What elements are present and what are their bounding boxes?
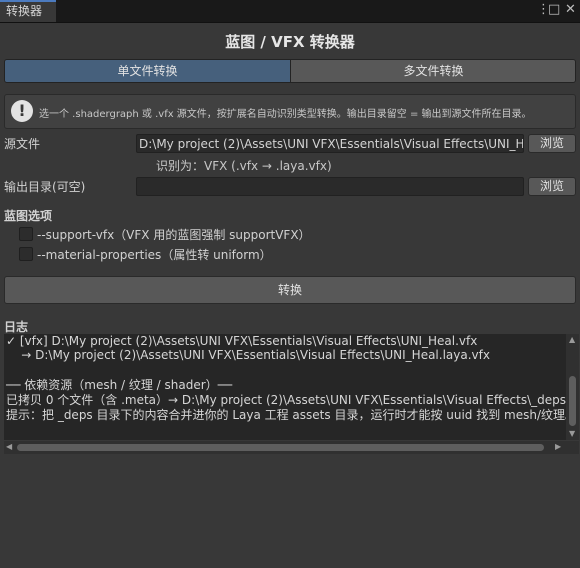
window-tab-label: 转换器 (6, 4, 43, 18)
scroll-right-icon[interactable]: ▶ (555, 443, 561, 451)
tab-single-file[interactable]: 单文件转换 (5, 60, 290, 82)
maximize-icon[interactable]: □ (548, 3, 560, 17)
detected-type-text: 识别为：VFX (.vfx → .laya.vfx) (156, 159, 332, 173)
log-line: ✓ [vfx] D:\My project (2)\Assets\UNI VFX… (6, 334, 478, 348)
log-line: 已拷贝 0 个文件（含 .meta）→ D:\My project (2)\As… (6, 393, 566, 407)
window-title-bar: 转换器 ⋮ □ ✕ (0, 0, 580, 23)
log-line: → D:\My project (2)\Assets\UNI VFX\Essen… (6, 348, 490, 362)
scroll-left-icon[interactable]: ◀ (6, 443, 12, 451)
log-vertical-scrollbar[interactable]: ▲ ▼ (566, 334, 579, 440)
convert-button[interactable]: 转换 (4, 276, 576, 304)
output-dir-field[interactable] (136, 177, 524, 196)
support-vfx-label: --support-vfx（VFX 用的蓝图强制 supportVFX） (37, 228, 311, 242)
mode-tab-bar: 单文件转换 多文件转换 (4, 59, 576, 83)
page-title: 蓝图 / VFX 转换器 (225, 33, 355, 51)
tab-multi-file[interactable]: 多文件转换 (290, 60, 575, 82)
scrollbar-thumb[interactable] (569, 376, 576, 426)
browse-source-button[interactable]: 浏览 (528, 134, 576, 153)
log-horizontal-scrollbar[interactable]: ◀ ▶ (4, 441, 579, 454)
scroll-up-icon[interactable]: ▲ (569, 336, 575, 344)
source-file-field[interactable]: D:\My project (2)\Assets\UNI VFX\Essenti… (136, 134, 524, 153)
output-dir-label: 输出目录(可空) (4, 180, 86, 194)
scroll-down-icon[interactable]: ▼ (569, 430, 575, 438)
log-title: 日志 (4, 320, 29, 334)
log-output[interactable]: ✓ [vfx] D:\My project (2)\Assets\UNI VFX… (4, 334, 566, 440)
material-properties-label: --material-properties（属性转 uniform） (37, 248, 272, 262)
help-box: ! 选一个 .shadergraph 或 .vfx 源文件，按扩展名自动识别类型… (4, 94, 576, 129)
log-line: ── 依赖资源（mesh / 纹理 / shader）── (6, 378, 233, 392)
window-tab[interactable]: 转换器 (0, 0, 56, 22)
close-icon[interactable]: ✕ (565, 3, 576, 17)
info-icon: ! (11, 100, 33, 122)
support-vfx-checkbox[interactable] (19, 227, 33, 241)
horizontal-scrollbar-thumb[interactable] (17, 444, 544, 451)
log-line: 提示：把 _deps 目录下的内容合并进你的 Laya 工程 assets 目录… (6, 408, 566, 422)
source-file-label: 源文件 (4, 137, 41, 151)
material-properties-checkbox[interactable] (19, 247, 33, 261)
source-file-value: D:\My project (2)\Assets\UNI VFX\Essenti… (139, 137, 524, 151)
browse-output-button[interactable]: 浏览 (528, 177, 576, 196)
help-text: 选一个 .shadergraph 或 .vfx 源文件，按扩展名自动识别类型转换… (39, 109, 532, 120)
blueprint-options-title: 蓝图选项 (4, 209, 53, 223)
